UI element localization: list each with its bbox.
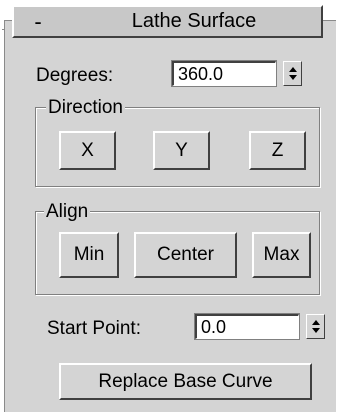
rollout-frame-tick	[2, 29, 4, 30]
degrees-spinner[interactable]	[283, 61, 302, 86]
direction-group-label: Direction	[46, 97, 125, 119]
direction-x-button[interactable]: X	[59, 131, 116, 170]
spinner-down-icon[interactable]	[288, 75, 297, 80]
spinner-up-icon[interactable]	[311, 320, 320, 325]
degrees-label: Degrees:	[36, 65, 114, 86]
align-min-button[interactable]: Min	[59, 232, 119, 278]
degrees-field[interactable]: 360.0	[172, 61, 276, 86]
direction-z-button[interactable]: Z	[249, 131, 306, 170]
rollout-header[interactable]: - Lathe Surface	[12, 5, 323, 38]
replace-base-curve-button[interactable]: Replace Base Curve	[59, 363, 312, 400]
direction-y-button[interactable]: Y	[153, 131, 210, 170]
rollout-title: Lathe Surface	[131, 10, 257, 32]
start-point-spinner[interactable]	[306, 314, 325, 339]
spinner-up-icon[interactable]	[288, 67, 297, 72]
collapse-toggle[interactable]: -	[28, 7, 48, 36]
align-center-button[interactable]: Center	[134, 232, 237, 278]
spinner-down-icon[interactable]	[311, 328, 320, 333]
lathe-surface-panel: - Lathe Surface Degrees: 360.0 Direction…	[0, 0, 348, 414]
start-point-label: Start Point:	[47, 318, 141, 339]
start-point-field[interactable]: 0.0	[195, 314, 299, 339]
align-group-label: Align	[44, 201, 91, 223]
align-max-button[interactable]: Max	[252, 232, 311, 278]
